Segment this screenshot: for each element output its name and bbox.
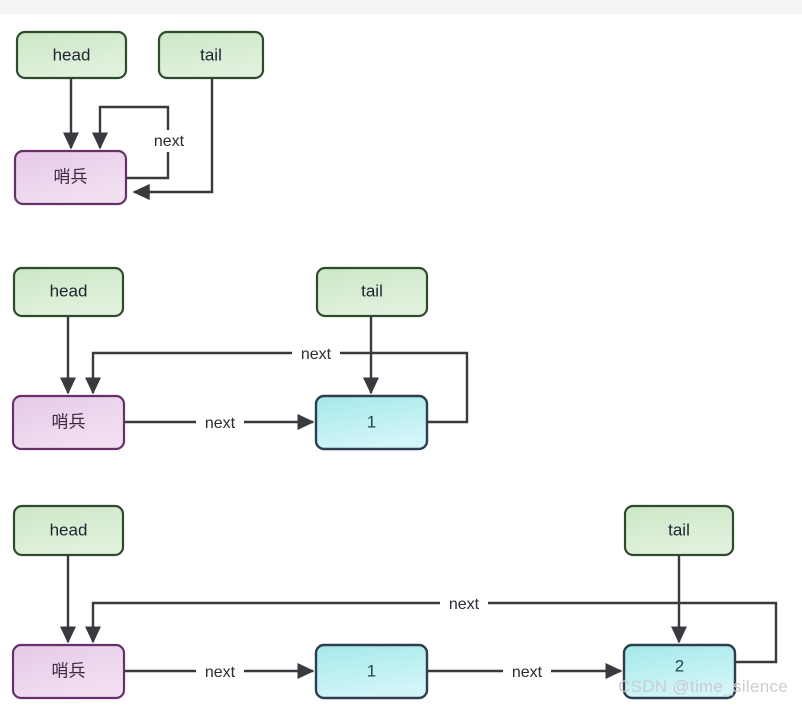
node-d2-node1-label: 1 bbox=[367, 412, 376, 431]
edge-label-d2-sentinel-next: next bbox=[205, 415, 236, 432]
diagram-state-empty-list: next head tail 哨兵 bbox=[13, 30, 265, 206]
node-d2-head-label: head bbox=[50, 281, 88, 300]
node-d3-tail-label: tail bbox=[668, 520, 690, 539]
node-d1-sentinel-label: 哨兵 bbox=[54, 167, 88, 186]
diagram-state-two-nodes: next next next head tail 哨兵 1 2 bbox=[11, 504, 778, 700]
node-d2-tail-label: tail bbox=[361, 281, 383, 300]
linked-list-diagram-canvas: next head tail 哨兵 next next head tail 哨兵… bbox=[11, 30, 778, 700]
edge-label-d3-node2-next: next bbox=[449, 596, 480, 613]
node-d3-head-label: head bbox=[50, 520, 88, 539]
edge-label-d1-next: next bbox=[154, 133, 185, 150]
node-d3-node1-label: 1 bbox=[367, 661, 376, 680]
node-d2-sentinel-label: 哨兵 bbox=[52, 412, 86, 431]
edge-label-d3-node1-next: next bbox=[512, 664, 543, 681]
node-d1-tail-label: tail bbox=[200, 45, 222, 64]
diagram-state-one-node: next next head tail 哨兵 1 bbox=[11, 266, 469, 451]
node-d1-head-label: head bbox=[53, 45, 91, 64]
edge-label-d2-node1-next: next bbox=[301, 346, 332, 363]
edge-label-d3-sentinel-next: next bbox=[205, 664, 236, 681]
node-d3-node2-label: 2 bbox=[675, 656, 684, 675]
node-d3-sentinel-label: 哨兵 bbox=[52, 661, 86, 680]
